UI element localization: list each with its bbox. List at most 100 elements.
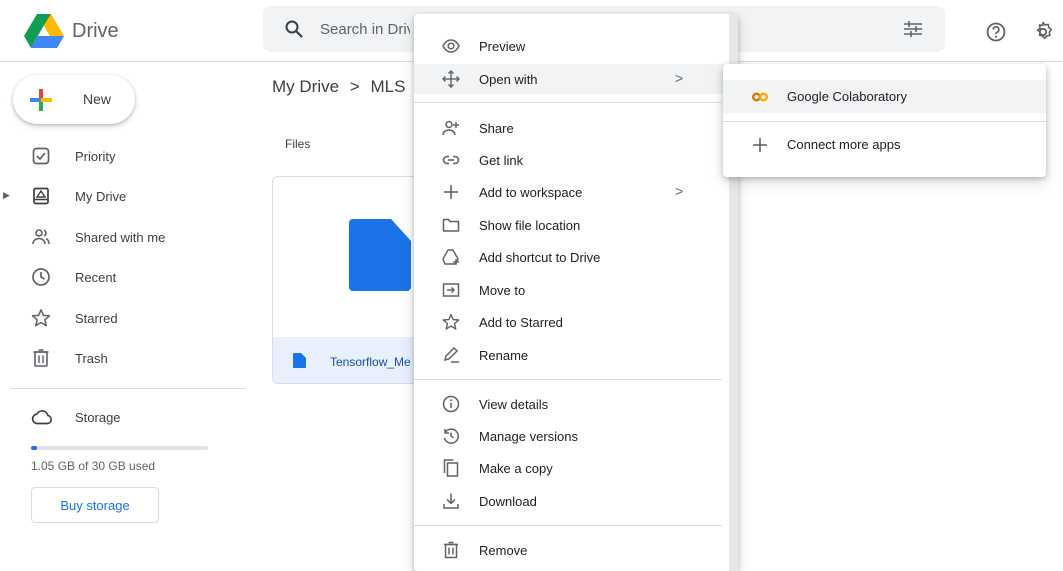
menu-item-share[interactable]: Share: [414, 113, 729, 143]
submenu-item-label: Google Colaboratory: [787, 89, 907, 104]
breadcrumb-separator: >: [349, 77, 360, 96]
open-with-submenu: Google Colaboratory Connect more apps: [723, 64, 1046, 177]
sidebar-item-label: Storage: [75, 410, 121, 425]
sidebar-item-storage[interactable]: Storage: [0, 399, 250, 435]
menu-item-label: Download: [479, 494, 537, 509]
cloud-icon: [31, 407, 52, 427]
sidebar-item-trash[interactable]: Trash: [0, 340, 250, 376]
document-file-icon: [293, 353, 306, 368]
menu-item-get-link[interactable]: Get link: [414, 145, 729, 175]
colab-icon: [751, 88, 769, 106]
trash-icon: [442, 541, 460, 559]
menu-item-label: Move to: [479, 283, 526, 298]
menu-item-view-details[interactable]: View details: [414, 389, 729, 419]
sidebar-item-label: Priority: [75, 149, 116, 164]
submenu-arrow-icon: >: [675, 70, 684, 86]
menu-item-move-to[interactable]: Move to: [414, 275, 729, 305]
sidebar-item-my-drive[interactable]: ▶ My Drive: [0, 178, 250, 214]
breadcrumb-item-my-drive[interactable]: My Drive: [272, 77, 339, 96]
pencil-icon: [442, 346, 460, 364]
context-menu: Preview Open with > Share Get link Add t…: [414, 14, 738, 571]
plus-icon: [442, 183, 460, 201]
breadcrumb-item-current[interactable]: MLS: [370, 77, 405, 96]
files-section-label: Files: [285, 137, 311, 151]
submenu-arrow-icon: >: [675, 183, 684, 199]
folder-icon: [442, 216, 460, 234]
new-button[interactable]: New: [13, 75, 135, 124]
submenu-item-google-colaboratory[interactable]: Google Colaboratory: [723, 80, 1046, 113]
shared-icon: [31, 227, 51, 247]
plus-icon: [751, 136, 769, 154]
move-arrows-icon: [442, 70, 460, 88]
menu-item-add-to-workspace[interactable]: Add to workspace >: [414, 177, 729, 207]
menu-item-open-with[interactable]: Open with >: [414, 64, 729, 94]
menu-item-add-shortcut[interactable]: Add shortcut to Drive: [414, 242, 729, 272]
storage-progress-bar: [31, 446, 208, 450]
sidebar-item-label: Recent: [75, 270, 117, 285]
drive-logo[interactable]: [24, 14, 64, 48]
menu-item-download[interactable]: Download: [414, 486, 729, 516]
menu-item-label: Manage versions: [479, 429, 578, 444]
copy-icon: [442, 459, 460, 477]
menu-item-label: Remove: [479, 543, 528, 558]
trash-icon: [31, 348, 51, 368]
menu-item-show-file-location[interactable]: Show file location: [414, 210, 729, 240]
sidebar-item-label: Trash: [75, 351, 108, 366]
menu-item-label: Make a copy: [479, 461, 553, 476]
storage-progress-fill: [31, 446, 37, 450]
menu-item-label: View details: [479, 397, 549, 412]
menu-item-add-to-starred[interactable]: Add to Starred: [414, 307, 729, 337]
menu-item-label: Share: [479, 121, 514, 136]
menu-item-label: Rename: [479, 348, 529, 363]
eye-icon: [442, 37, 460, 55]
submenu-item-connect-more-apps[interactable]: Connect more apps: [723, 128, 1046, 161]
star-icon: [442, 313, 460, 331]
menu-item-label: Add shortcut to Drive: [479, 250, 601, 265]
app-title: Drive: [72, 20, 119, 42]
my-drive-icon: [31, 186, 51, 206]
sidebar-item-recent[interactable]: Recent: [0, 259, 250, 295]
menu-item-manage-versions[interactable]: Manage versions: [414, 421, 729, 451]
breadcrumb: My Drive > MLS: [272, 77, 411, 97]
menu-divider: [414, 525, 722, 526]
file-name: Tensorflow_Me: [330, 355, 411, 369]
menu-item-remove[interactable]: Remove: [414, 535, 729, 565]
new-button-label: New: [83, 91, 112, 107]
menu-item-label: Preview: [479, 39, 526, 54]
sidebar-item-starred[interactable]: Starred: [0, 300, 250, 336]
tune-icon[interactable]: [903, 20, 923, 38]
download-icon: [442, 492, 460, 510]
menu-divider: [414, 102, 722, 103]
search-input[interactable]: [320, 6, 410, 52]
history-icon: [442, 427, 460, 445]
sidebar-divider: [10, 388, 246, 389]
menu-item-label: Show file location: [479, 218, 581, 233]
expand-arrow-icon[interactable]: ▶: [3, 190, 10, 201]
menu-item-label: Get link: [479, 153, 524, 168]
info-icon: [442, 395, 460, 413]
person-add-icon: [442, 119, 460, 137]
menu-item-label: Add to Starred: [479, 315, 563, 330]
plus-icon: [28, 87, 54, 113]
sidebar-item-priority[interactable]: Priority: [0, 138, 250, 174]
priority-icon: [31, 146, 51, 166]
buy-storage-button[interactable]: Buy storage: [31, 487, 159, 523]
help-icon[interactable]: [986, 22, 1006, 42]
star-icon: [31, 308, 51, 328]
menu-item-preview[interactable]: Preview: [414, 31, 729, 61]
menu-item-rename[interactable]: Rename: [414, 340, 729, 370]
sidebar-item-label: My Drive: [75, 189, 127, 204]
menu-item-make-a-copy[interactable]: Make a copy: [414, 453, 729, 483]
search-icon[interactable]: [285, 20, 303, 38]
submenu-divider: [723, 121, 1046, 122]
menu-item-label: Add to workspace: [479, 185, 583, 200]
menu-item-label: Open with: [479, 72, 538, 87]
sidebar-item-label: Shared with me: [75, 230, 166, 245]
sidebar-item-shared[interactable]: Shared with me: [0, 219, 250, 255]
storage-usage-text: 1.05 GB of 30 GB used: [31, 459, 156, 473]
document-thumbnail-icon: [349, 219, 411, 291]
move-to-icon: [442, 281, 460, 299]
settings-icon[interactable]: [1032, 21, 1054, 43]
link-icon: [442, 151, 460, 169]
clock-icon: [31, 267, 51, 287]
